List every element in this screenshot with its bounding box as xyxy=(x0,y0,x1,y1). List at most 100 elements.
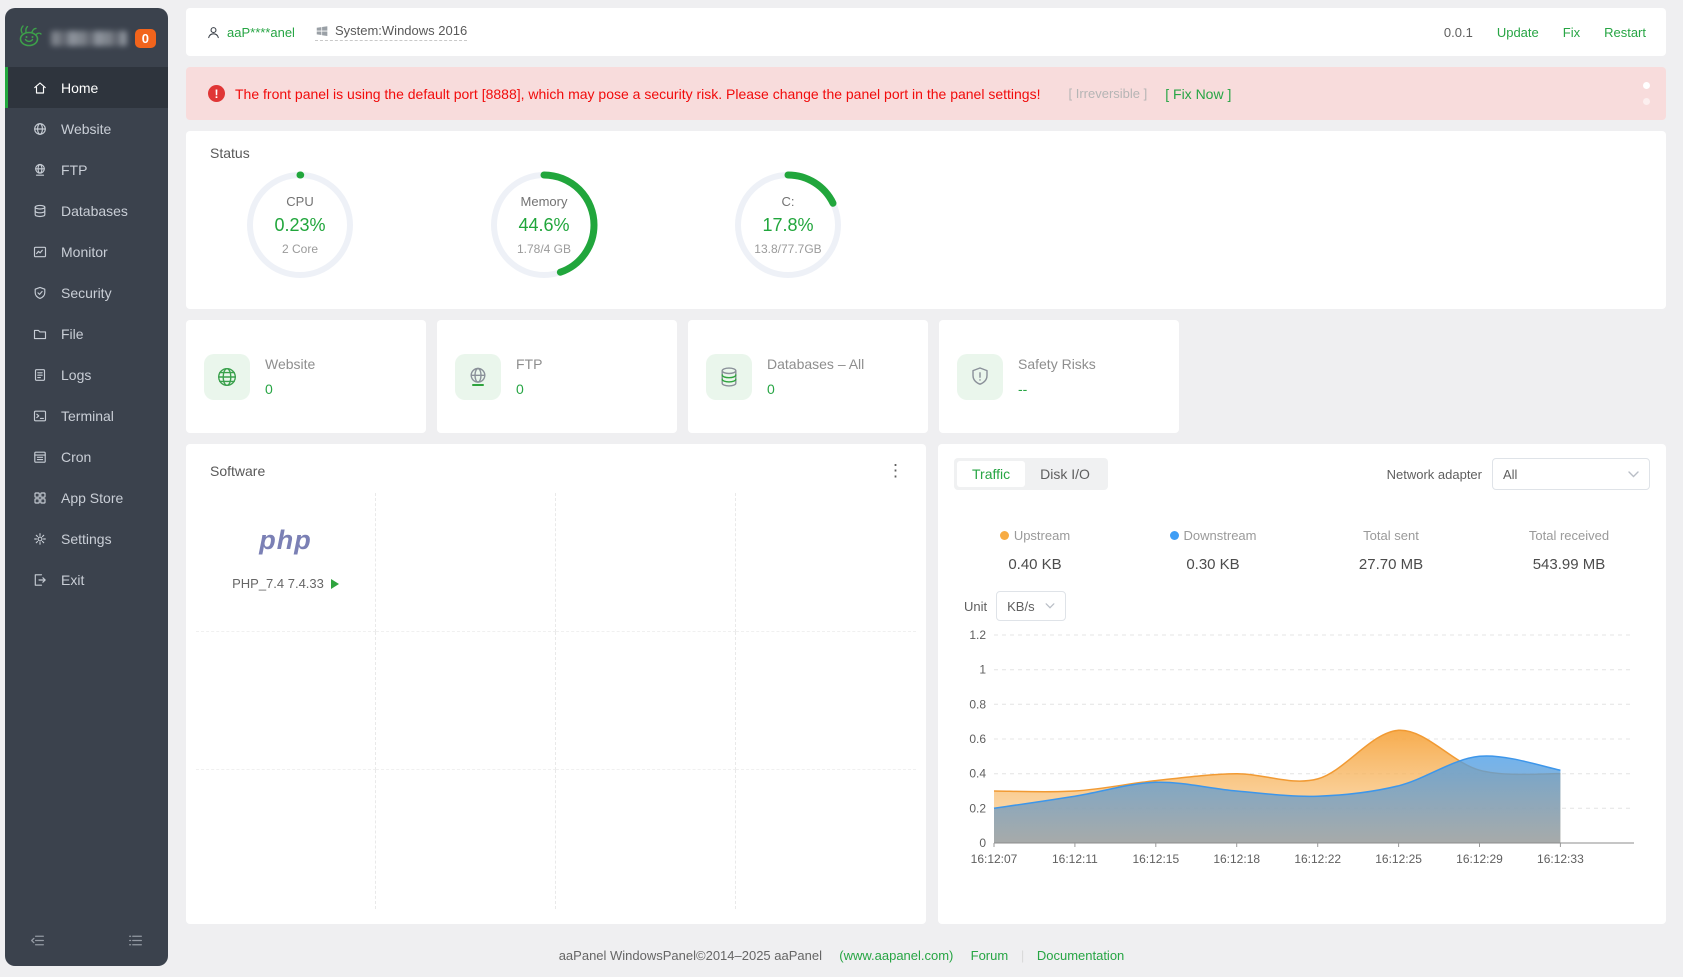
database-icon xyxy=(706,354,752,400)
sidebar-item-label: Terminal xyxy=(61,408,114,424)
sidebar-item-logs[interactable]: Logs xyxy=(5,354,168,395)
svg-text:1: 1 xyxy=(979,663,986,677)
user-chip[interactable]: aaP****anel xyxy=(206,25,295,40)
downstream-dot-icon xyxy=(1170,531,1179,540)
collapse-sidebar-icon[interactable] xyxy=(29,932,46,954)
unit-value: KB/s xyxy=(1007,599,1034,614)
sidebar-item-ftp[interactable]: FTP xyxy=(5,149,168,190)
stat-value: 0.40 KB xyxy=(946,556,1124,573)
gauge-label: C: xyxy=(782,194,795,209)
svg-text:16:12:07: 16:12:07 xyxy=(971,852,1018,866)
svg-text:0.4: 0.4 xyxy=(969,767,986,781)
logo-row: 0 xyxy=(5,8,168,65)
alert-carousel-dot[interactable] xyxy=(1643,98,1650,105)
fix-now-button[interactable]: [ Fix Now ] xyxy=(1165,86,1231,102)
sidebar-item-file[interactable]: File xyxy=(5,313,168,354)
sidebar: 0 Home Website FTP Databases Monitor Sec… xyxy=(5,8,168,966)
monitor-icon xyxy=(32,244,48,260)
unit-select[interactable]: KB/s xyxy=(996,591,1065,621)
globe-icon xyxy=(204,354,250,400)
alert-icon: ! xyxy=(208,85,225,102)
sidebar-item-label: Home xyxy=(61,80,98,96)
safety-risks-card[interactable]: Safety Risks -- xyxy=(939,320,1179,433)
notification-badge[interactable]: 0 xyxy=(135,29,156,48)
sidebar-item-security[interactable]: Security xyxy=(5,272,168,313)
document-lines-icon xyxy=(32,367,48,383)
menu-list-icon[interactable] xyxy=(127,932,144,954)
sidebar-item-website[interactable]: Website xyxy=(5,108,168,149)
network-adapter-select[interactable]: All xyxy=(1492,458,1650,490)
server-name-redacted xyxy=(51,31,127,46)
svg-text:16:12:33: 16:12:33 xyxy=(1537,852,1584,866)
chevron-down-icon xyxy=(1628,471,1639,478)
forum-link[interactable]: Forum xyxy=(971,948,1009,963)
fix-button[interactable]: Fix xyxy=(1563,25,1580,40)
ftp-card[interactable]: FTP 0 xyxy=(437,320,677,433)
sidebar-item-label: Logs xyxy=(61,367,91,383)
sidebar-item-terminal[interactable]: Terminal xyxy=(5,395,168,436)
status-title: Status xyxy=(186,131,1666,161)
terminal-icon xyxy=(32,408,48,424)
software-title: Software xyxy=(210,463,265,479)
shield-check-icon xyxy=(32,285,48,301)
tab-traffic[interactable]: Traffic xyxy=(957,461,1025,487)
chevron-down-icon xyxy=(1045,603,1055,609)
svg-text:16:12:25: 16:12:25 xyxy=(1375,852,1422,866)
sidebar-item-label: FTP xyxy=(61,162,87,178)
gauge-label: CPU xyxy=(286,194,313,209)
gauge-label: Memory xyxy=(521,194,568,209)
databases-card[interactable]: Databases – All 0 xyxy=(688,320,928,433)
gauge-value: 0.23% xyxy=(274,215,325,236)
folder-icon xyxy=(32,326,48,342)
sidebar-item-settings[interactable]: Settings xyxy=(5,518,168,559)
globe-stand-icon xyxy=(32,162,48,178)
globe-icon xyxy=(32,121,48,137)
restart-button[interactable]: Restart xyxy=(1604,25,1646,40)
network-adapter-value: All xyxy=(1503,467,1517,482)
more-options-icon[interactable]: ⋮ xyxy=(879,458,912,483)
sidebar-item-label: Cron xyxy=(61,449,91,465)
website-card[interactable]: Website 0 xyxy=(186,320,426,433)
svg-text:16:12:11: 16:12:11 xyxy=(1052,852,1098,866)
sidebar-item-label: Website xyxy=(61,121,111,137)
stat-downstream: Downstream 0.30 KB xyxy=(1124,528,1302,573)
gauge-value: 44.6% xyxy=(518,215,569,236)
sidebar-item-label: Monitor xyxy=(61,244,108,260)
sidebar-item-label: File xyxy=(61,326,84,342)
gauge-sub: 1.78/4 GB xyxy=(517,242,571,256)
sidebar-item-app-store[interactable]: App Store xyxy=(5,477,168,518)
svg-text:16:12:29: 16:12:29 xyxy=(1456,852,1503,866)
alert-carousel-dot[interactable] xyxy=(1643,82,1650,89)
sidebar-item-label: App Store xyxy=(61,490,123,506)
svg-text:16:12:18: 16:12:18 xyxy=(1213,852,1260,866)
sidebar-item-databases[interactable]: Databases xyxy=(5,190,168,231)
alert-irreversible-tag: [ Irreversible ] xyxy=(1068,86,1147,101)
windows-icon xyxy=(315,24,329,38)
software-item-php[interactable]: php PHP_7.4 7.4.33 xyxy=(196,493,375,591)
stat-total-received: Total received 543.99 MB xyxy=(1480,528,1658,573)
sidebar-item-exit[interactable]: Exit xyxy=(5,559,168,600)
stat-upstream: Upstream 0.40 KB xyxy=(946,528,1124,573)
sidebar-item-label: Databases xyxy=(61,203,128,219)
svg-text:16:12:22: 16:12:22 xyxy=(1294,852,1341,866)
panel-version: 0.0.1 xyxy=(1444,25,1473,40)
sidebar-footer xyxy=(5,932,168,954)
sidebar-item-monitor[interactable]: Monitor xyxy=(5,231,168,272)
traffic-stats: Upstream 0.40 KB Downstream 0.30 KB Tota… xyxy=(938,528,1666,573)
card-value: 0 xyxy=(767,381,864,397)
documentation-link[interactable]: Documentation xyxy=(1037,948,1124,963)
card-value: 0 xyxy=(265,381,315,397)
svg-text:0.6: 0.6 xyxy=(969,732,986,746)
memory-gauge: Memory 44.6% 1.78/4 GB xyxy=(486,167,602,283)
aapanel-site-link[interactable]: (www.aapanel.com) xyxy=(839,948,953,963)
stat-value: 543.99 MB xyxy=(1480,556,1658,573)
tab-disk-io[interactable]: Disk I/O xyxy=(1025,461,1105,487)
sidebar-item-home[interactable]: Home xyxy=(5,67,168,108)
sidebar-item-label: Settings xyxy=(61,531,112,547)
main-content: aaP****anel System:Windows 2016 0.0.1 Up… xyxy=(186,0,1666,924)
unit-label: Unit xyxy=(964,599,987,614)
update-button[interactable]: Update xyxy=(1497,25,1539,40)
sidebar-item-cron[interactable]: Cron xyxy=(5,436,168,477)
sidebar-item-label: Exit xyxy=(61,572,84,588)
sidebar-item-label: Security xyxy=(61,285,112,301)
